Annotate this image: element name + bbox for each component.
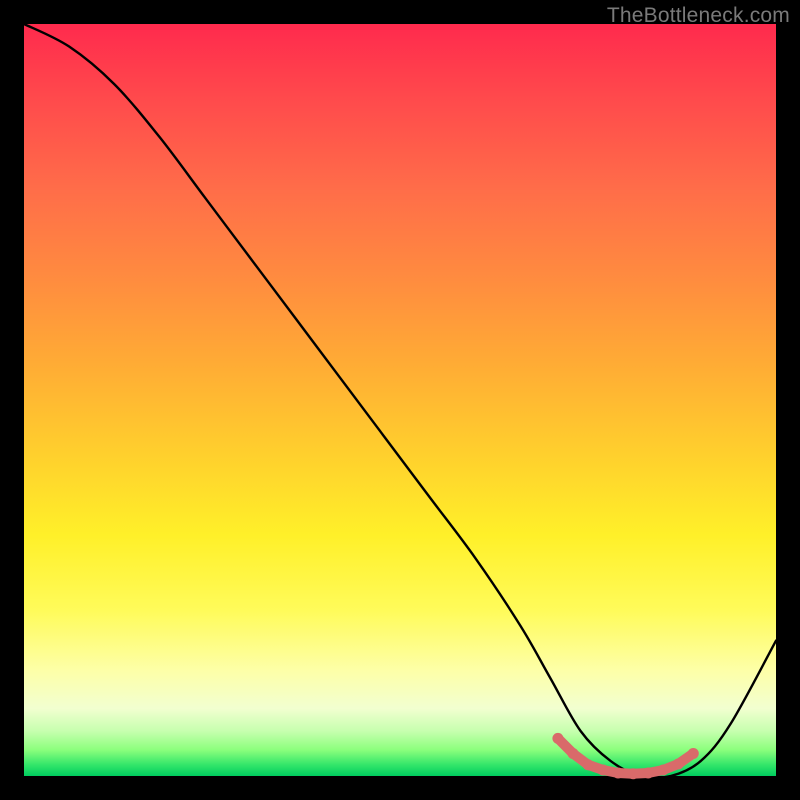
marker-point [673, 758, 684, 769]
chart-svg [24, 24, 776, 776]
marker-point [598, 764, 609, 775]
optimal-region-markers [552, 733, 698, 779]
bottleneck-curve [24, 24, 776, 778]
marker-point [688, 748, 699, 759]
plot-area [24, 24, 776, 776]
marker-point [583, 759, 594, 770]
marker-point [658, 764, 669, 775]
marker-point [628, 768, 639, 779]
marker-point [613, 767, 624, 778]
marker-point [643, 767, 654, 778]
marker-point [552, 733, 563, 744]
chart-frame: TheBottleneck.com [0, 0, 800, 800]
marker-connector [558, 738, 693, 773]
marker-point [567, 748, 578, 759]
